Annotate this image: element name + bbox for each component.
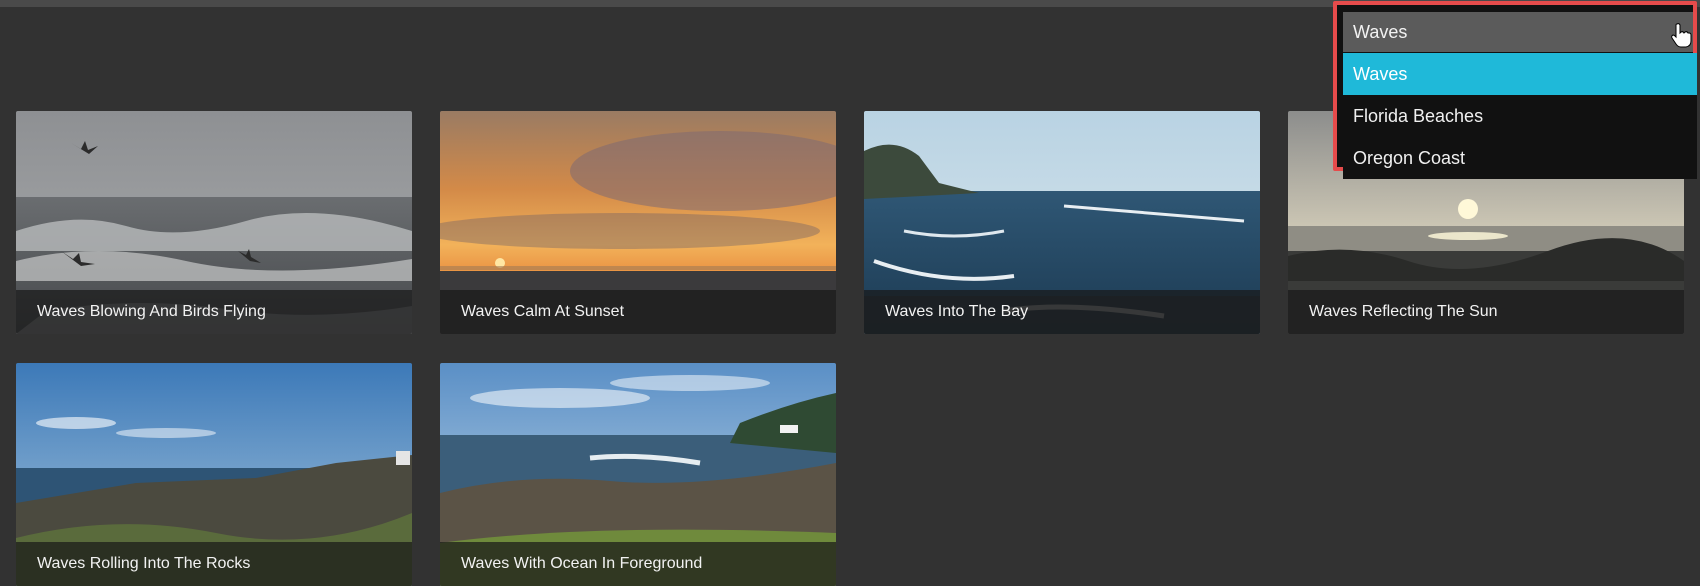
option-waves[interactable]: Waves bbox=[1343, 53, 1697, 95]
category-options-list: Waves Florida Beaches Oregon Coast bbox=[1343, 53, 1697, 179]
video-title: Waves Into The Bay bbox=[864, 290, 1260, 334]
video-card[interactable]: Waves With Ocean In Foreground bbox=[440, 363, 836, 586]
hand-pointer-icon bbox=[1671, 23, 1692, 48]
video-card[interactable]: Waves Rolling Into The Rocks bbox=[16, 363, 412, 586]
option-oregon-coast[interactable]: Oregon Coast bbox=[1343, 137, 1697, 179]
video-title: Waves Reflecting The Sun bbox=[1288, 290, 1684, 334]
video-title: Waves Rolling Into The Rocks bbox=[16, 542, 412, 586]
video-title: Waves Calm At Sunset bbox=[440, 290, 836, 334]
video-card[interactable]: Waves Calm At Sunset bbox=[440, 111, 836, 334]
video-card[interactable]: Waves Blowing And Birds Flying bbox=[16, 111, 412, 334]
option-florida-beaches[interactable]: Florida Beaches bbox=[1343, 95, 1697, 137]
video-title: Waves Blowing And Birds Flying bbox=[16, 290, 412, 334]
video-card[interactable]: Waves Into The Bay bbox=[864, 111, 1260, 334]
category-select-current[interactable]: Waves bbox=[1343, 12, 1693, 52]
video-title: Waves With Ocean In Foreground bbox=[440, 542, 836, 586]
category-select[interactable]: Waves Waves Florida Beaches Oregon Coast bbox=[1333, 1, 1697, 179]
